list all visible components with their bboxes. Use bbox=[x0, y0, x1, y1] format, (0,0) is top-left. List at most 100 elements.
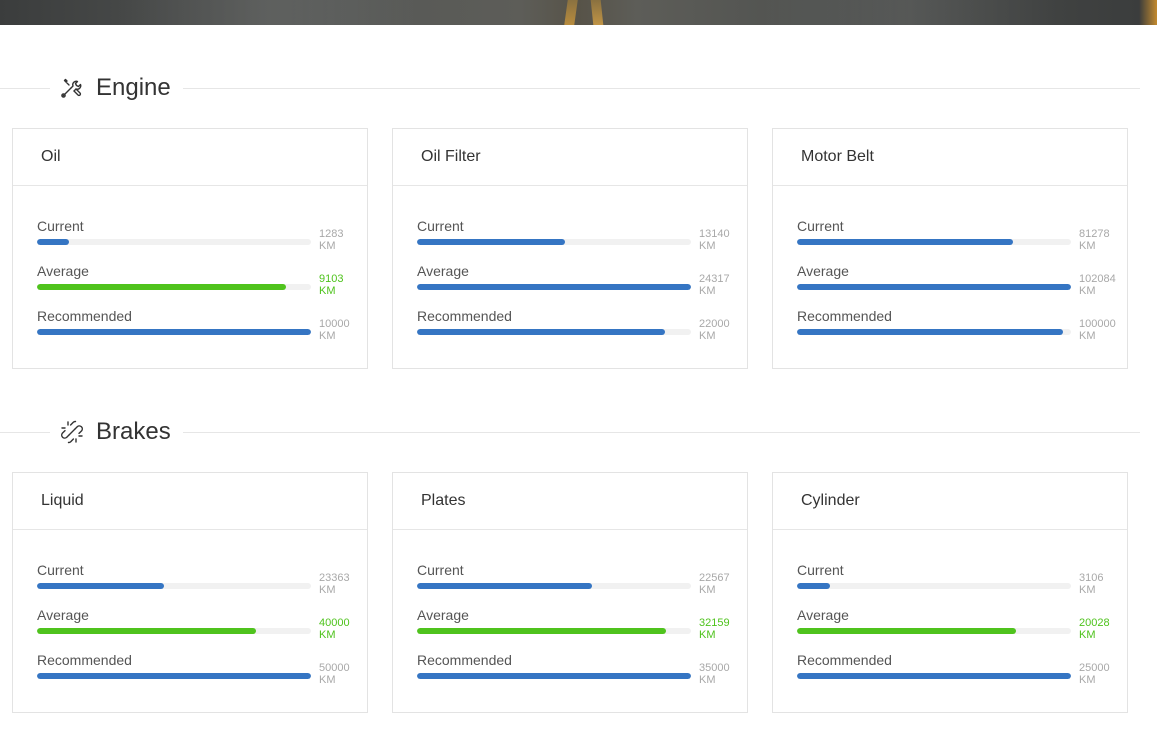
section-header-brakes: Brakes bbox=[0, 417, 1140, 447]
metric-label: Current bbox=[417, 218, 464, 234]
metric-number: 20028 bbox=[1079, 617, 1110, 629]
card-header: Liquid bbox=[13, 473, 367, 530]
card-title: Oil bbox=[41, 148, 61, 165]
metric-unit: KM bbox=[699, 674, 716, 686]
metric-number: 35000 bbox=[699, 662, 730, 674]
progress-bar bbox=[417, 329, 691, 335]
metric-average: Average 24317 KM bbox=[417, 263, 737, 308]
metric-recommended: Recommended 22000 KM bbox=[417, 308, 737, 353]
metric-unit: KM bbox=[1079, 330, 1096, 342]
metric-unit: KM bbox=[699, 330, 716, 342]
metric-value: 50000 KM bbox=[319, 662, 369, 686]
metric-number: 22567 bbox=[699, 572, 730, 584]
metric-number: 22000 bbox=[699, 318, 730, 330]
progress-bar-fill bbox=[37, 329, 311, 335]
maintenance-card-oil-filter: Oil Filter Current 13140 KM Average 24317 KM Re… bbox=[392, 128, 748, 369]
maintenance-card-liquid: Liquid Current 23363 KM Average 40000 KM Recomm… bbox=[12, 472, 368, 713]
progress-bar bbox=[797, 239, 1071, 245]
progress-bar bbox=[797, 673, 1071, 679]
metric-label: Average bbox=[417, 263, 469, 279]
metric-average: Average 20028 KM bbox=[797, 607, 1117, 652]
card-title: Oil Filter bbox=[421, 148, 481, 165]
metric-value: 40000 KM bbox=[319, 617, 369, 641]
progress-bar-fill bbox=[37, 284, 287, 290]
metric-value: 25000 KM bbox=[1079, 662, 1129, 686]
metric-value: 10000 KM bbox=[319, 318, 369, 342]
metric-current: Current 81278 KM bbox=[797, 218, 1117, 263]
metric-label: Average bbox=[417, 607, 469, 623]
maintenance-card-cylinder: Cylinder Current 3106 KM Average 20028 KM Recom… bbox=[772, 472, 1128, 713]
metric-label: Average bbox=[797, 263, 849, 279]
progress-bar-fill bbox=[797, 583, 830, 589]
metric-number: 50000 bbox=[319, 662, 350, 674]
progress-bar bbox=[417, 583, 691, 589]
maintenance-card-plates: Plates Current 22567 KM Average 32159 KM Recomm… bbox=[392, 472, 748, 713]
maintenance-card-motor-belt: Motor Belt Current 81278 KM Average 102084 KM R… bbox=[772, 128, 1128, 369]
metric-number: 100000 bbox=[1079, 318, 1116, 330]
metric-value: 32159 KM bbox=[699, 617, 749, 641]
broken-link-icon bbox=[61, 420, 83, 444]
metric-label: Current bbox=[417, 562, 464, 578]
metric-label: Current bbox=[797, 562, 844, 578]
metric-unit: KM bbox=[699, 584, 716, 596]
progress-bar-fill bbox=[797, 239, 1014, 245]
metric-value: 13140 KM bbox=[699, 228, 749, 252]
progress-bar-fill bbox=[37, 628, 257, 634]
progress-bar-fill bbox=[417, 284, 691, 290]
progress-bar bbox=[37, 673, 311, 679]
metric-unit: KM bbox=[1079, 285, 1096, 297]
progress-bar-fill bbox=[37, 673, 311, 679]
metric-current: Current 22567 KM bbox=[417, 562, 737, 607]
progress-bar-fill bbox=[37, 583, 165, 589]
progress-bar bbox=[37, 284, 311, 290]
metric-number: 40000 bbox=[319, 617, 350, 629]
metric-current: Current 13140 KM bbox=[417, 218, 737, 263]
metric-number: 24317 bbox=[699, 273, 730, 285]
metric-recommended: Recommended 100000 KM bbox=[797, 308, 1117, 353]
progress-bar bbox=[417, 673, 691, 679]
metric-number: 10000 bbox=[319, 318, 350, 330]
metric-label: Current bbox=[37, 218, 84, 234]
metric-recommended: Recommended 25000 KM bbox=[797, 652, 1117, 697]
metric-number: 9103 bbox=[319, 273, 344, 285]
progress-bar bbox=[417, 628, 691, 634]
progress-bar-fill bbox=[797, 284, 1071, 290]
metric-value: 100000 KM bbox=[1079, 318, 1129, 342]
progress-bar bbox=[797, 583, 1071, 589]
progress-bar-fill bbox=[797, 673, 1071, 679]
metric-current: Current 23363 KM bbox=[37, 562, 357, 607]
metric-average: Average 9103 KM bbox=[37, 263, 357, 308]
metric-unit: KM bbox=[1079, 629, 1096, 641]
metric-recommended: Recommended 35000 KM bbox=[417, 652, 737, 697]
progress-bar bbox=[37, 583, 311, 589]
metric-value: 1283 KM bbox=[319, 228, 369, 252]
card-header: Plates bbox=[393, 473, 747, 530]
metric-label: Recommended bbox=[797, 308, 892, 324]
metric-unit: KM bbox=[1079, 584, 1096, 596]
card-title: Motor Belt bbox=[801, 148, 874, 165]
metric-unit: KM bbox=[1079, 674, 1096, 686]
metric-label: Current bbox=[37, 562, 84, 578]
metric-value: 3106 KM bbox=[1079, 572, 1129, 596]
progress-bar-fill bbox=[417, 329, 665, 335]
metric-label: Recommended bbox=[797, 652, 892, 668]
metric-label: Recommended bbox=[37, 308, 132, 324]
card-header: Motor Belt bbox=[773, 129, 1127, 186]
metric-value: 102084 KM bbox=[1079, 273, 1129, 297]
metric-value: 81278 KM bbox=[1079, 228, 1129, 252]
metric-value: 23363 KM bbox=[319, 572, 369, 596]
progress-bar-fill bbox=[797, 329, 1063, 335]
metric-value: 20028 KM bbox=[1079, 617, 1129, 641]
progress-bar-fill bbox=[37, 239, 70, 245]
progress-bar bbox=[37, 329, 311, 335]
metric-number: 32159 bbox=[699, 617, 730, 629]
progress-bar-fill bbox=[797, 628, 1017, 634]
metric-label: Average bbox=[797, 607, 849, 623]
metric-unit: KM bbox=[319, 674, 336, 686]
progress-bar-fill bbox=[417, 239, 565, 245]
progress-bar bbox=[417, 284, 691, 290]
metric-current: Current 3106 KM bbox=[797, 562, 1117, 607]
progress-bar bbox=[37, 628, 311, 634]
maintenance-card-oil: Oil Current 1283 KM Average 9103 KM Recommended… bbox=[12, 128, 368, 369]
card-title: Liquid bbox=[41, 492, 84, 509]
